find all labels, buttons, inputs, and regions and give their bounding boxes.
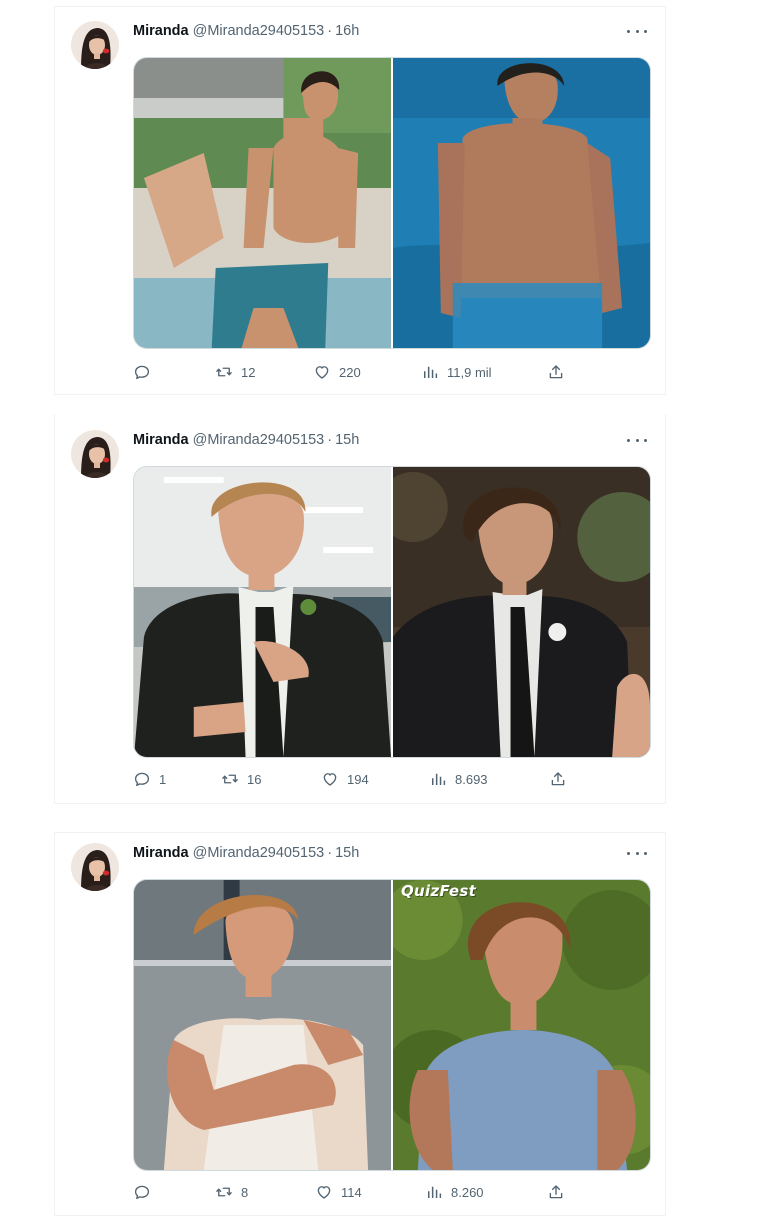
retweet-count: 16 <box>247 771 262 787</box>
heart-icon <box>315 1183 333 1201</box>
bar-chart-icon <box>425 1183 443 1201</box>
bar-chart-icon <box>421 363 439 381</box>
like-button[interactable]: 220 <box>313 363 361 381</box>
author-handle[interactable]: @Miranda29405153 <box>193 845 325 861</box>
retweet-icon <box>215 1183 233 1201</box>
like-button[interactable]: 114 <box>315 1183 362 1201</box>
tweet-media[interactable] <box>133 57 651 349</box>
more-options-icon[interactable] <box>627 435 647 445</box>
views-button[interactable]: 8.260 <box>425 1183 484 1201</box>
like-button[interactable]: 194 <box>321 770 369 788</box>
like-count: 114 <box>341 1184 362 1200</box>
author-handle[interactable]: @Miranda29405153 <box>193 432 325 448</box>
tweet-media[interactable]: QuizFest <box>133 879 651 1171</box>
view-count: 11,9 mil <box>447 364 492 380</box>
photo-right[interactable]: QuizFest <box>393 880 650 1170</box>
reply-button[interactable]: 1 <box>133 770 166 788</box>
author-name[interactable]: Miranda <box>133 845 189 861</box>
views-button[interactable]: 11,9 mil <box>421 363 492 381</box>
tweet-header: Miranda @Miranda29405153 · 16h <box>133 23 359 39</box>
reply-count: 1 <box>159 771 167 787</box>
retweet-icon <box>221 770 239 788</box>
tweet-header: Miranda @Miranda29405153 · 15h <box>133 432 359 448</box>
avatar[interactable] <box>71 21 119 69</box>
tweet-actions: 12 220 11,9 mil <box>133 363 651 383</box>
heart-icon <box>321 770 339 788</box>
share-button[interactable] <box>549 770 567 788</box>
separator: · <box>327 845 333 861</box>
heart-icon <box>313 363 331 381</box>
views-button[interactable]: 8.693 <box>429 770 488 788</box>
share-button[interactable] <box>547 1183 565 1201</box>
tweet-card[interactable]: Miranda @Miranda29405153 · 15h <box>54 414 666 804</box>
timestamp[interactable]: 15h <box>335 432 359 448</box>
author-name[interactable]: Miranda <box>133 432 189 448</box>
photo-left[interactable] <box>134 58 391 348</box>
reply-icon <box>133 363 151 381</box>
tweet-card[interactable]: Miranda @Miranda29405153 · 16h 12 220 11… <box>54 6 666 395</box>
author-name[interactable]: Miranda <box>133 23 189 39</box>
separator: · <box>327 432 333 448</box>
like-count: 194 <box>347 771 369 787</box>
view-count: 8.693 <box>455 771 488 787</box>
retweet-count: 8 <box>241 1184 249 1200</box>
photo-right[interactable] <box>393 467 650 757</box>
retweet-icon <box>215 363 233 381</box>
tweet-header: Miranda @Miranda29405153 · 15h <box>133 845 359 861</box>
share-icon <box>549 770 567 788</box>
tweet-media[interactable] <box>133 466 651 758</box>
avatar[interactable] <box>71 843 119 891</box>
more-options-icon[interactable] <box>627 26 647 36</box>
retweet-button[interactable]: 8 <box>215 1183 248 1201</box>
retweet-button[interactable]: 12 <box>215 363 255 381</box>
author-handle[interactable]: @Miranda29405153 <box>193 23 325 39</box>
tweet-card[interactable]: Miranda @Miranda29405153 · 15h <box>54 832 666 1216</box>
photo-watermark: QuizFest <box>401 882 477 900</box>
photo-right[interactable] <box>393 58 650 348</box>
photo-left[interactable] <box>134 467 391 757</box>
separator: · <box>327 23 333 39</box>
timestamp[interactable]: 16h <box>335 23 359 39</box>
tweet-actions: 8 114 8.260 <box>133 1183 651 1203</box>
reply-icon <box>133 1183 151 1201</box>
retweet-count: 12 <box>241 364 256 380</box>
retweet-button[interactable]: 16 <box>221 770 261 788</box>
share-icon <box>547 1183 565 1201</box>
reply-icon <box>133 770 151 788</box>
share-icon <box>547 363 565 381</box>
view-count: 8.260 <box>451 1184 484 1200</box>
reply-button[interactable] <box>133 1183 159 1201</box>
bar-chart-icon <box>429 770 447 788</box>
more-options-icon[interactable] <box>627 848 647 858</box>
share-button[interactable] <box>547 363 565 381</box>
tweet-actions: 1 16 194 8.693 <box>133 770 651 790</box>
like-count: 220 <box>339 364 361 380</box>
timestamp[interactable]: 15h <box>335 845 359 861</box>
avatar[interactable] <box>71 430 119 478</box>
photo-left[interactable] <box>134 880 391 1170</box>
reply-button[interactable] <box>133 363 159 381</box>
